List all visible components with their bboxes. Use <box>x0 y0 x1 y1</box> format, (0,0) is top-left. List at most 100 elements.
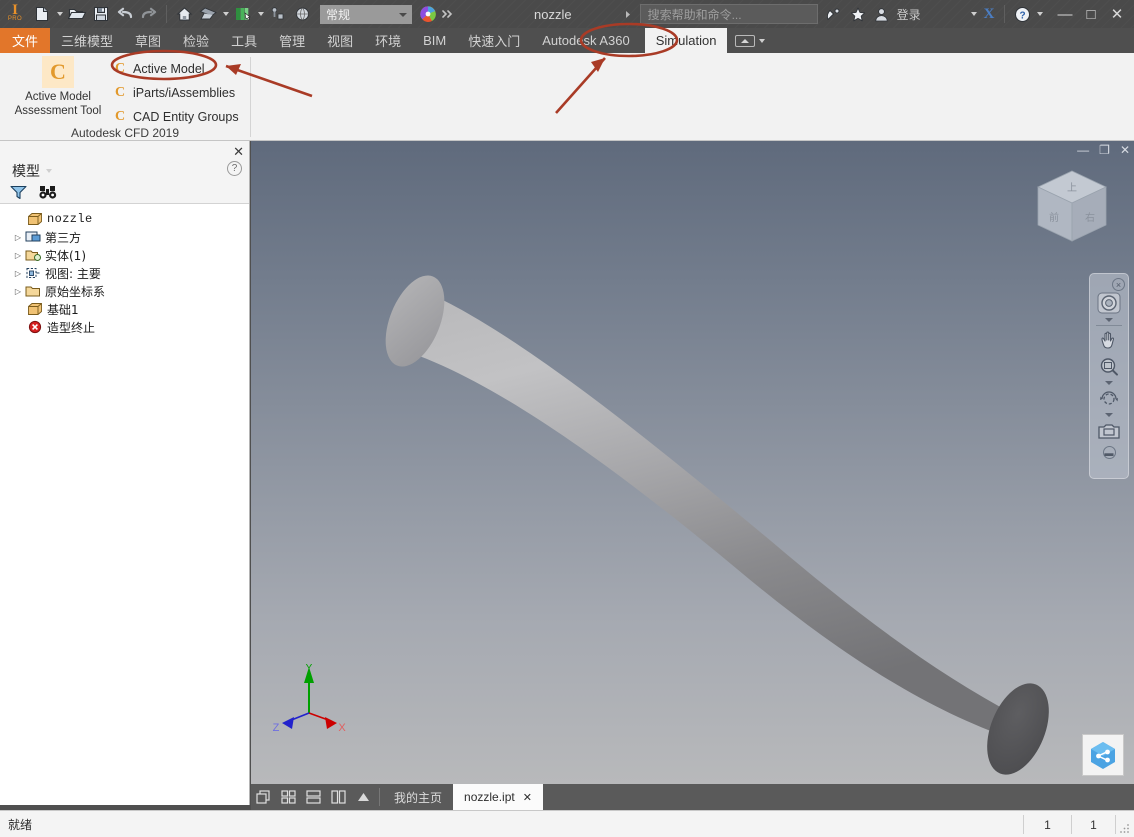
ribbon-minimize-button[interactable] <box>727 28 773 53</box>
tab-file[interactable]: 文件 <box>0 28 51 53</box>
3d-viewport[interactable]: — ❐ ✕ Y X Z 上 前 右 × ▬ <box>251 141 1134 784</box>
logo-letter: I <box>12 2 18 18</box>
expand-arrow-icon[interactable]: ▷ <box>12 251 24 260</box>
tree-node-nozzle[interactable]: nozzle <box>12 210 249 228</box>
orbit-dropdown-icon[interactable] <box>1105 413 1113 417</box>
inventor-pro-logo[interactable]: I PRO <box>0 0 30 28</box>
toolbar-divider-2 <box>1004 5 1006 23</box>
expand-arrow-icon[interactable]: ▷ <box>12 233 24 242</box>
tree-node-solids[interactable]: ▷ 实体(1) <box>12 246 249 264</box>
search-input[interactable]: 搜索帮助和命令... <box>639 4 818 24</box>
redo-button[interactable] <box>137 1 161 27</box>
tree-node-end-of-part[interactable]: 造型终止 <box>12 318 249 336</box>
signin-avatar-button[interactable] <box>870 1 894 27</box>
tab-simulation[interactable]: Simulation <box>644 28 728 53</box>
nozzle-model[interactable] <box>251 141 1134 784</box>
svg-text:?: ? <box>1019 10 1025 21</box>
appearance-dropdown[interactable] <box>220 1 231 27</box>
binoculars-search-icon[interactable] <box>39 185 57 205</box>
tile-vertical-icon[interactable] <box>326 784 351 810</box>
tab-environments[interactable]: 环境 <box>364 28 412 53</box>
expand-arrow-icon[interactable]: ▷ <box>12 269 24 278</box>
navbar-close-icon[interactable]: × <box>1112 278 1125 291</box>
signin-label[interactable]: 登录 <box>897 6 921 23</box>
material-dropdown[interactable] <box>255 1 266 27</box>
tree-label-solids: 实体(1) <box>45 248 86 263</box>
tab-my-home[interactable]: 我的主页 <box>383 784 453 810</box>
window-close-button[interactable]: ✕ <box>1104 1 1130 27</box>
help-dropdown[interactable] <box>1034 1 1045 27</box>
tile-grid-icon[interactable] <box>276 784 301 810</box>
browser-title[interactable]: 模型 <box>12 161 52 181</box>
browser-help-button[interactable]: ? <box>227 161 242 176</box>
tab-bim[interactable]: BIM <box>412 28 457 53</box>
orbit-icon[interactable] <box>1092 386 1126 412</box>
iparts-iassemblies-button[interactable]: C iParts/iAssemblies <box>112 81 245 105</box>
tree-node-view[interactable]: ▷ 视图: 主要 <box>12 264 249 282</box>
tab-sketch[interactable]: 草图 <box>124 28 172 53</box>
chevron-right-icon <box>625 10 630 18</box>
cfd-c-icon: C <box>42 56 74 88</box>
tabs-expand-icon[interactable] <box>351 784 376 810</box>
look-camera-icon[interactable] <box>1092 418 1126 444</box>
new-file-button[interactable] <box>30 1 54 27</box>
zoom-dropdown-icon[interactable] <box>1105 381 1113 385</box>
active-model-button[interactable]: C Active Model <box>112 57 245 81</box>
tree-node-third-party[interactable]: ▷ 第三方 <box>12 228 249 246</box>
document-title-dropdown[interactable] <box>624 10 632 19</box>
exchange-apps-button[interactable]: X <box>984 6 995 23</box>
window-restore-button[interactable]: □ <box>1078 1 1104 27</box>
undo-button[interactable] <box>113 1 137 27</box>
expand-arrow-icon[interactable]: ▷ <box>12 287 24 296</box>
tab-manage[interactable]: 管理 <box>268 28 316 53</box>
cascade-windows-icon[interactable] <box>251 784 276 810</box>
active-model-assessment-tool-button[interactable]: C Active Model Assessment Tool <box>8 56 108 118</box>
folder-icon <box>24 283 41 299</box>
material-button[interactable] <box>231 1 255 27</box>
steering-wheel-icon[interactable] <box>1092 291 1126 317</box>
help-button[interactable]: ? <box>1010 1 1034 27</box>
open-file-button[interactable] <box>65 1 89 27</box>
tile-horizontal-icon[interactable] <box>301 784 326 810</box>
steering-wheel-dropdown-icon[interactable] <box>1105 318 1113 322</box>
material-combo[interactable]: 常规 <box>320 4 412 24</box>
share-views-button[interactable] <box>822 1 846 27</box>
filter-funnel-icon[interactable] <box>10 185 27 205</box>
signin-dropdown[interactable] <box>969 1 980 27</box>
close-icon[interactable]: ✕ <box>523 791 532 804</box>
resize-grip-icon[interactable] <box>1119 822 1131 834</box>
appearance-button[interactable] <box>196 1 220 27</box>
tree-node-base1[interactable]: 基础1 <box>12 300 249 318</box>
home-button[interactable] <box>172 1 196 27</box>
favorites-button[interactable] <box>846 1 870 27</box>
tab-autodesk-a360[interactable]: Autodesk A360 <box>531 28 640 53</box>
save-button[interactable] <box>89 1 113 27</box>
globe-button[interactable] <box>290 1 314 27</box>
tab-tools[interactable]: 工具 <box>220 28 268 53</box>
navbar-options-icon[interactable]: ▬ <box>1102 446 1116 459</box>
tab-get-started[interactable]: 快速入门 <box>457 28 531 53</box>
window-minimize-button[interactable]: — <box>1052 1 1078 27</box>
color-scheme-button[interactable] <box>416 1 440 27</box>
expand-toolbar-button[interactable] <box>440 1 456 27</box>
autodesk-share-button[interactable] <box>1082 734 1124 776</box>
parameters-button[interactable] <box>266 1 290 27</box>
tree-node-origin[interactable]: ▷ 原始坐标系 <box>12 282 249 300</box>
tab-nozzle-ipt[interactable]: nozzle.ipt ✕ <box>453 784 543 810</box>
tree-label-third-party: 第三方 <box>45 230 82 245</box>
doctab-divider <box>379 788 380 806</box>
pan-hand-icon[interactable] <box>1092 328 1126 354</box>
chevron-down-icon <box>46 169 52 173</box>
viewcube[interactable]: 上 前 右 <box>1026 163 1118 255</box>
tab-view[interactable]: 视图 <box>316 28 364 53</box>
tab-3d-model[interactable]: 三维模型 <box>50 28 124 53</box>
tab-inspect[interactable]: 检验 <box>172 28 220 53</box>
double-chevron-right-icon <box>442 10 453 18</box>
axis-label-y: Y <box>306 663 313 674</box>
new-file-dropdown[interactable] <box>54 1 65 27</box>
tree-label-origin: 原始坐标系 <box>45 284 106 299</box>
cfd-c-icon: C <box>114 85 126 100</box>
big-button-line2: Assessment Tool <box>14 105 102 117</box>
browser-close-button[interactable]: ✕ <box>233 144 244 160</box>
zoom-magnifier-icon[interactable] <box>1092 354 1126 380</box>
